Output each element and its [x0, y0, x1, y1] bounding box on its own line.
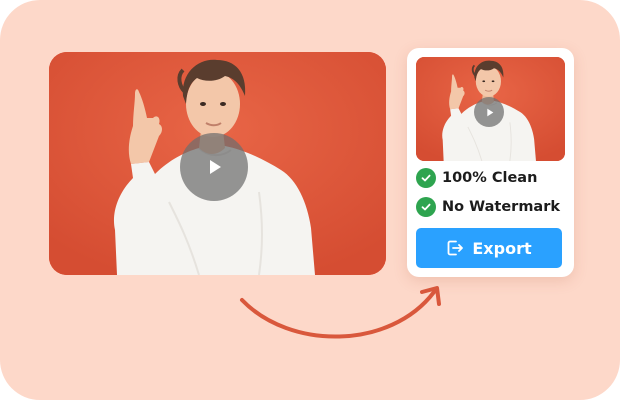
feature-label: 100% Clean	[442, 170, 538, 186]
feature-clean: 100% Clean	[416, 167, 537, 189]
result-video-preview[interactable]	[416, 57, 565, 161]
check-circle-icon	[416, 168, 436, 188]
play-icon	[210, 160, 221, 174]
feature-label: No Watermark	[442, 199, 561, 215]
export-button-label: Export	[472, 238, 532, 258]
original-video-preview[interactable]	[49, 52, 386, 275]
promo-canvas: 100% Clean No Watermark Export	[0, 0, 620, 400]
result-video-frame	[416, 57, 565, 161]
export-button[interactable]: Export	[416, 228, 562, 268]
result-card: 100% Clean No Watermark Export	[407, 48, 574, 277]
play-button[interactable]	[180, 133, 248, 201]
export-icon	[447, 240, 464, 256]
check-circle-icon	[416, 197, 436, 217]
play-button[interactable]	[474, 97, 504, 127]
play-icon	[486, 108, 493, 116]
feature-no-watermark: No Watermark	[416, 196, 560, 218]
